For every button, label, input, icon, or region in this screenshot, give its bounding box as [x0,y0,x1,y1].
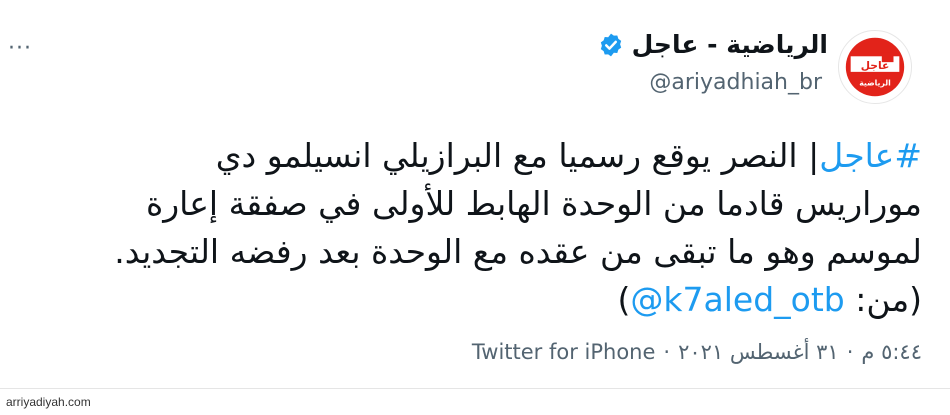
svg-text:عاجل: عاجل [861,59,890,72]
tweet-date[interactable]: ٣١ أغسطس ٢٠٢١ [678,340,839,364]
account-handle[interactable]: @ariyadhiah_br [649,70,822,95]
tweet-time[interactable]: ٥:٤٤ م [861,340,922,364]
account-name-row[interactable]: الرياضية - عاجل [598,30,828,59]
source-suffix: ) [617,280,631,319]
tweet-text: #عاجل| النصر يوقع رسميا مع البرازيلي انس… [92,132,922,324]
tweet-line-1: #عاجل| النصر يوقع رسميا مع البرازيلي انس… [92,132,922,180]
tweet-line-3: لموسم وهو ما تبقى من عقده مع الوحدة بعد … [114,232,922,271]
divider [0,388,950,389]
svg-text:الرياضية: الرياضية [859,78,891,87]
source-prefix: (من: [844,280,922,319]
verified-badge-icon [598,32,624,58]
tweet-source-app[interactable]: Twitter for iPhone [472,340,656,364]
more-icon[interactable]: ··· [8,38,32,60]
hashtag-link[interactable]: #عاجل [819,136,922,175]
tweet-line-2: موراريس قادما من الوحدة الهابط للأولى في… [145,184,922,223]
avatar[interactable]: عاجل الرياضية [838,30,912,104]
watermark: arriyadiyah.com [6,395,91,409]
tweet-card: ··· عاجل الرياضية الرياضية - عاجل @ariya… [0,0,950,415]
meta-separator: · [846,340,854,364]
meta-separator: · [663,340,671,364]
mention-link[interactable]: @k7aled_otb [630,280,844,319]
account-name[interactable]: الرياضية - عاجل [632,30,828,59]
tweet-line-4: (من: @k7aled_otb) [92,276,922,324]
tweet-line-1-text: | النصر يوقع رسميا مع البرازيلي انسيلمو … [215,136,820,175]
avatar-logo: عاجل الرياضية [845,37,905,97]
tweet-meta: ٥:٤٤ م · ٣١ أغسطس ٢٠٢١ · Twitter for iPh… [472,340,922,364]
